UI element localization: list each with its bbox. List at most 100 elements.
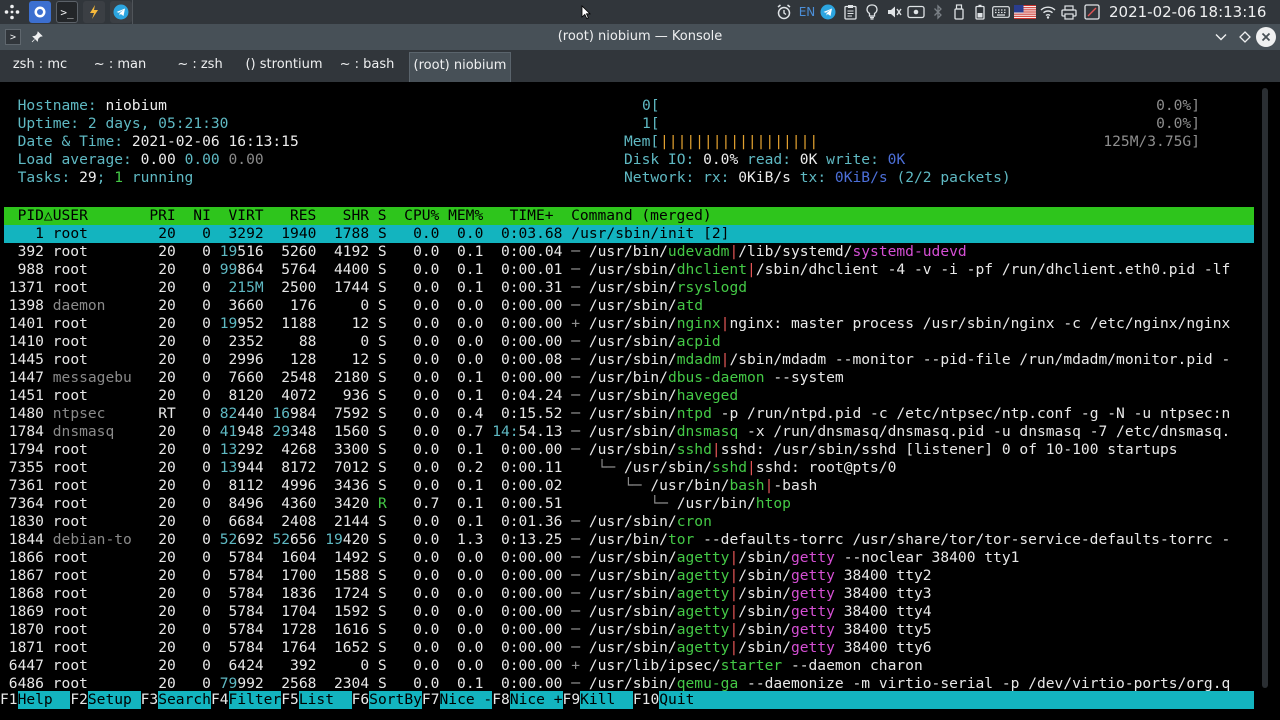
process-row[interactable]: 988 root 20 0 99864 5764 4400 S 0.0 0.1 …: [0, 261, 1280, 279]
command-program: rsyslogd: [676, 279, 748, 296]
process-row[interactable]: 1 root 20 0 3292 1940 1788 S 0.0 0.0 0:0…: [0, 225, 1280, 243]
virt-cell: 5784: [228, 549, 264, 566]
fkey-label-f9[interactable]: Kill: [580, 691, 633, 709]
fkey-label-f6[interactable]: SortBy: [369, 691, 422, 709]
process-row[interactable]: 1371 root 20 0 215M 2500 1744 S 0.0 0.1 …: [0, 279, 1280, 297]
screenshot-icon[interactable]: [1081, 0, 1103, 24]
tab-bash[interactable]: ~ : bash: [334, 50, 400, 82]
pid-cell: 1869: [8, 603, 44, 620]
fkey-label-f4[interactable]: Filter: [228, 691, 282, 709]
fkey-f3[interactable]: F3: [141, 691, 159, 709]
pad: [264, 441, 282, 458]
pad: [439, 639, 457, 656]
process-row[interactable]: 1401 root 20 0 19952 1188 12 S 0.0 0.0 0…: [0, 315, 1280, 333]
tab-niobium[interactable]: (root) niobium: [409, 52, 511, 82]
volume-muted-icon[interactable]: [884, 0, 904, 24]
printer-icon[interactable]: [1059, 0, 1079, 24]
fkey-f2[interactable]: F2: [70, 691, 88, 709]
terminal-scrollbar[interactable]: [1262, 88, 1268, 688]
tree-branch: ─: [571, 621, 589, 638]
telegram-task-icon[interactable]: [110, 1, 132, 23]
process-row[interactable]: 1398 daemon 20 0 3660 176 0 S 0.0 0.0 0:…: [0, 297, 1280, 315]
process-row[interactable]: 6447 root 20 0 6424 392 0 S 0.0 0.0 0:00…: [0, 657, 1280, 675]
fkey-label-f3[interactable]: Search: [158, 691, 211, 709]
process-row[interactable]: 1867 root 20 0 5784 1700 1588 S 0.0 0.0 …: [0, 567, 1280, 585]
pad: [316, 567, 334, 584]
process-row[interactable]: 1410 root 20 0 2352 88 0 S 0.0 0.0 0:00.…: [0, 333, 1280, 351]
process-row[interactable]: 1447 messagebu 20 0 7660 2548 2180 S 0.0…: [0, 369, 1280, 387]
pad: [483, 585, 501, 602]
terminal-area[interactable]: Hostname: niobium Uptime: 2 days, 05:21:…: [0, 82, 1280, 720]
clipboard-icon[interactable]: [840, 0, 860, 24]
fkey-label-f1[interactable]: Help: [17, 691, 71, 709]
process-row[interactable]: 392 root 20 0 19516 5260 4192 S 0.0 0.1 …: [0, 243, 1280, 261]
fkey-label-f10[interactable]: Quit: [659, 691, 1254, 709]
res-cell: 392: [290, 657, 317, 674]
fkey-f1[interactable]: F1: [0, 691, 18, 709]
fkey-label-f8[interactable]: Nice +: [509, 691, 563, 709]
process-row[interactable]: 1868 root 20 0 5784 1836 1724 S 0.0 0.0 …: [0, 585, 1280, 603]
dolphin-task-icon[interactable]: [29, 1, 51, 23]
command-dir: /usr/sbin/: [588, 441, 677, 458]
process-row[interactable]: 1844 debian-to 20 0 52692 52656 19420 S …: [0, 531, 1280, 549]
kate-task-icon[interactable]: [83, 1, 105, 23]
fkey-label-f2[interactable]: Setup: [87, 691, 141, 709]
kde-connect-icon[interactable]: [905, 0, 927, 24]
process-row[interactable]: 7355 root 20 0 13944 8172 7012 S 0.0 0.2…: [0, 459, 1280, 477]
fkey-f10[interactable]: F10: [633, 691, 659, 709]
fkey-f4[interactable]: F4: [211, 691, 229, 709]
pad: [141, 423, 159, 440]
usb-device-icon[interactable]: [949, 0, 969, 24]
res-cell-thousands: 16: [272, 405, 291, 422]
keyboard-icon[interactable]: [990, 0, 1012, 24]
window-titlebar[interactable]: (root) niobium — Konsole >: [0, 24, 1280, 50]
tab-zsh-mc[interactable]: zsh : mc: [4, 50, 76, 82]
window-menu-icon[interactable]: >: [2, 24, 24, 50]
minimize-button[interactable]: [1211, 24, 1231, 50]
tab-strontium[interactable]: () strontium: [240, 50, 328, 82]
process-row[interactable]: 1870 root 20 0 5784 1728 1616 S 0.0 0.0 …: [0, 621, 1280, 639]
process-row[interactable]: 7364 root 20 0 8496 4360 3420 R 0.7 0.1 …: [0, 495, 1280, 513]
clock-time[interactable]: 18:13:16: [1199, 0, 1266, 24]
bluetooth-icon[interactable]: [928, 0, 948, 24]
lightbulb-icon[interactable]: [862, 0, 882, 24]
tab-man[interactable]: ~ : man: [86, 50, 154, 82]
close-button[interactable]: [1256, 27, 1276, 47]
process-row[interactable]: 1869 root 20 0 5784 1704 1592 S 0.0 0.0 …: [0, 603, 1280, 621]
clock-date[interactable]: 2021-02-06: [1109, 0, 1196, 24]
fkey-f9[interactable]: F9: [563, 691, 581, 709]
process-row[interactable]: 7361 root 20 0 8112 4996 3436 S 0.0 0.1 …: [0, 477, 1280, 495]
process-row[interactable]: 1830 root 20 0 6684 2408 2144 S 0.0 0.1 …: [0, 513, 1280, 531]
pad: [211, 333, 229, 350]
process-row[interactable]: 1784 dnsmasq 20 0 41948 29348 1560 S 0.0…: [0, 423, 1280, 441]
pad: [483, 513, 501, 530]
pin-icon[interactable]: [28, 24, 46, 50]
process-row[interactable]: 1866 root 20 0 5784 1604 1492 S 0.0 0.0 …: [0, 549, 1280, 567]
fkey-label-f7[interactable]: Nice -: [439, 691, 493, 709]
command-program: agetty: [676, 603, 730, 620]
process-row[interactable]: 1445 root 20 0 2996 128 12 S 0.0 0.0 0:0…: [0, 351, 1280, 369]
maximize-button[interactable]: [1235, 24, 1255, 50]
fkey-f6[interactable]: F6: [352, 691, 370, 709]
alarm-icon[interactable]: [774, 0, 794, 24]
process-row[interactable]: 1480 ntpsec RT 0 82440 16984 7592 S 0.0 …: [0, 405, 1280, 423]
fkey-f8[interactable]: F8: [492, 691, 510, 709]
process-row[interactable]: 1794 root 20 0 13292 4268 3300 S 0.0 0.1…: [0, 441, 1280, 459]
app-launcher-icon[interactable]: [0, 0, 24, 24]
pad: [88, 549, 141, 566]
wifi-icon[interactable]: [1038, 0, 1058, 24]
fkey-label-f5[interactable]: List: [298, 691, 352, 709]
process-row[interactable]: 1451 root 20 0 8120 4072 936 S 0.0 0.1 0…: [0, 387, 1280, 405]
konsole-task-icon[interactable]: >_: [56, 1, 78, 23]
keyboard-layout-indicator[interactable]: EN: [796, 0, 818, 24]
tab-zsh[interactable]: ~ : zsh: [170, 50, 230, 82]
fkey-f7[interactable]: F7: [422, 691, 440, 709]
process-table-header[interactable]: PID△USER PRI NI VIRT RES SHR S CPU% MEM%…: [4, 207, 1254, 225]
battery-icon[interactable]: [970, 0, 990, 24]
fkey-f5[interactable]: F5: [281, 691, 299, 709]
process-row[interactable]: 1871 root 20 0 5784 1764 1652 S 0.0 0.0 …: [0, 639, 1280, 657]
pad: [483, 243, 501, 260]
telegram-tray-icon[interactable]: [818, 0, 838, 24]
us-flag-icon[interactable]: [1013, 0, 1037, 24]
